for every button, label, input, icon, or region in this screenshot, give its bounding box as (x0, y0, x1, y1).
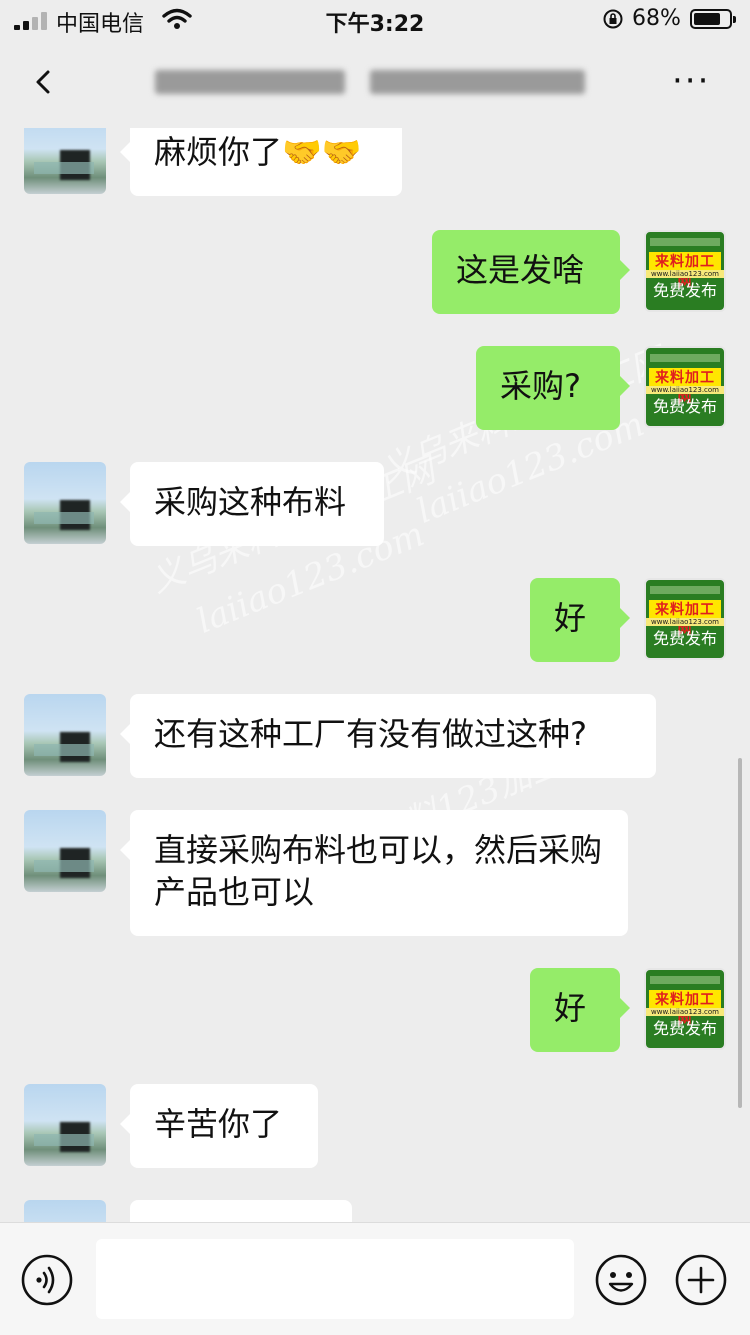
add-more-icon[interactable] (674, 1253, 728, 1307)
emoji-icon[interactable] (594, 1253, 648, 1307)
outgoing-message: 来料加工网 www.laiiao123.com 免费发布 好 (0, 968, 750, 1052)
my-avatar[interactable]: 来料加工网 www.laiiao123.com 免费发布 (644, 230, 726, 312)
outgoing-message-bubble[interactable]: 采购? (476, 346, 630, 430)
voice-input-icon[interactable] (20, 1253, 74, 1307)
avatar-top-strip (650, 238, 720, 246)
contact-avatar[interactable] (24, 694, 106, 776)
my-avatar[interactable]: 来料加工网 www.laiiao123.com 免费发布 (644, 346, 726, 428)
chat-title-redacted (155, 62, 595, 102)
incoming-message-bubble[interactable]: 采购这种布料 (120, 462, 384, 546)
incoming-message: 辛苦你了 (0, 1084, 750, 1168)
incoming-message: 采购这种布料 (0, 462, 750, 546)
incoming-message-bubble[interactable]: 直接采购布料也可以，然后采购产品也可以 (120, 810, 628, 936)
avatar-url-text: www.laiiao123.com (646, 618, 724, 626)
message-list[interactable]: 义乌来料123加工网 laiiao123.com 义乌来料123加工网 laii… (0, 128, 750, 1222)
outgoing-message: 来料加工网 www.laiiao123.com 免费发布 采购? (0, 346, 750, 430)
battery-percent: 68% (632, 6, 681, 31)
incoming-message: 直接采购布料也可以，然后采购产品也可以 (0, 810, 750, 936)
outgoing-message: 来料加工网 www.laiiao123.com 免费发布 好 (0, 578, 750, 662)
avatar-brand-text: 来料加工网 (649, 600, 721, 638)
incoming-message: 还有这种工厂有没有做过这种? (0, 694, 750, 778)
outgoing-message-bubble[interactable]: 好 (530, 578, 630, 662)
avatar-slogan-text: 免费发布 (652, 281, 717, 300)
battery-icon (690, 9, 736, 29)
avatar-slogan-text: 免费发布 (652, 1019, 717, 1038)
incoming-message: 麻烦你了🤝🤝 (0, 128, 750, 196)
contact-avatar[interactable] (24, 128, 106, 194)
avatar-brand-text: 来料加工网 (649, 252, 721, 290)
avatar-url-text: www.laiiao123.com (646, 386, 724, 394)
incoming-message-bubble[interactable] (130, 1200, 352, 1222)
incoming-message-bubble[interactable]: 辛苦你了 (120, 1084, 318, 1168)
avatar-slogan-text: 免费发布 (652, 629, 717, 648)
avatar-brand-text: 来料加工网 (649, 368, 721, 406)
avatar-url-text: www.laiiao123.com (646, 1008, 724, 1016)
my-avatar[interactable]: 来料加工网 www.laiiao123.com 免费发布 (644, 968, 726, 1050)
outgoing-message: 来料加工网 www.laiiao123.com 免费发布 这是发啥 (0, 230, 750, 314)
avatar-top-strip (650, 354, 720, 362)
back-chevron-icon[interactable] (26, 62, 66, 102)
more-options-button[interactable]: ··· (672, 64, 716, 102)
contact-avatar[interactable] (24, 1200, 106, 1222)
outgoing-message-bubble[interactable]: 好 (530, 968, 630, 1052)
avatar-url-text: www.laiiao123.com (646, 270, 724, 278)
incoming-message-bubble[interactable]: 麻烦你了🤝🤝 (120, 128, 402, 196)
status-bar: 中国电信 下午3:22 68% (0, 0, 750, 40)
my-avatar[interactable]: 来料加工网 www.laiiao123.com 免费发布 (644, 578, 726, 660)
contact-avatar[interactable] (24, 462, 106, 544)
contact-avatar[interactable] (24, 1084, 106, 1166)
incoming-message-bubble[interactable]: 还有这种工厂有没有做过这种? (120, 694, 656, 778)
avatar-brand-text: 来料加工网 (649, 990, 721, 1028)
scrollbar[interactable] (738, 758, 742, 1108)
rotation-lock-icon (603, 9, 623, 29)
message-input[interactable] (96, 1239, 574, 1319)
avatar-top-strip (650, 976, 720, 984)
partial-incoming-message (0, 1200, 750, 1222)
avatar-slogan-text: 免费发布 (652, 397, 717, 416)
avatar-top-strip (650, 586, 720, 594)
chat-header: ··· (0, 40, 750, 128)
outgoing-message-bubble[interactable]: 这是发啥 (432, 230, 630, 314)
contact-avatar[interactable] (24, 810, 106, 892)
input-bar (0, 1222, 750, 1335)
